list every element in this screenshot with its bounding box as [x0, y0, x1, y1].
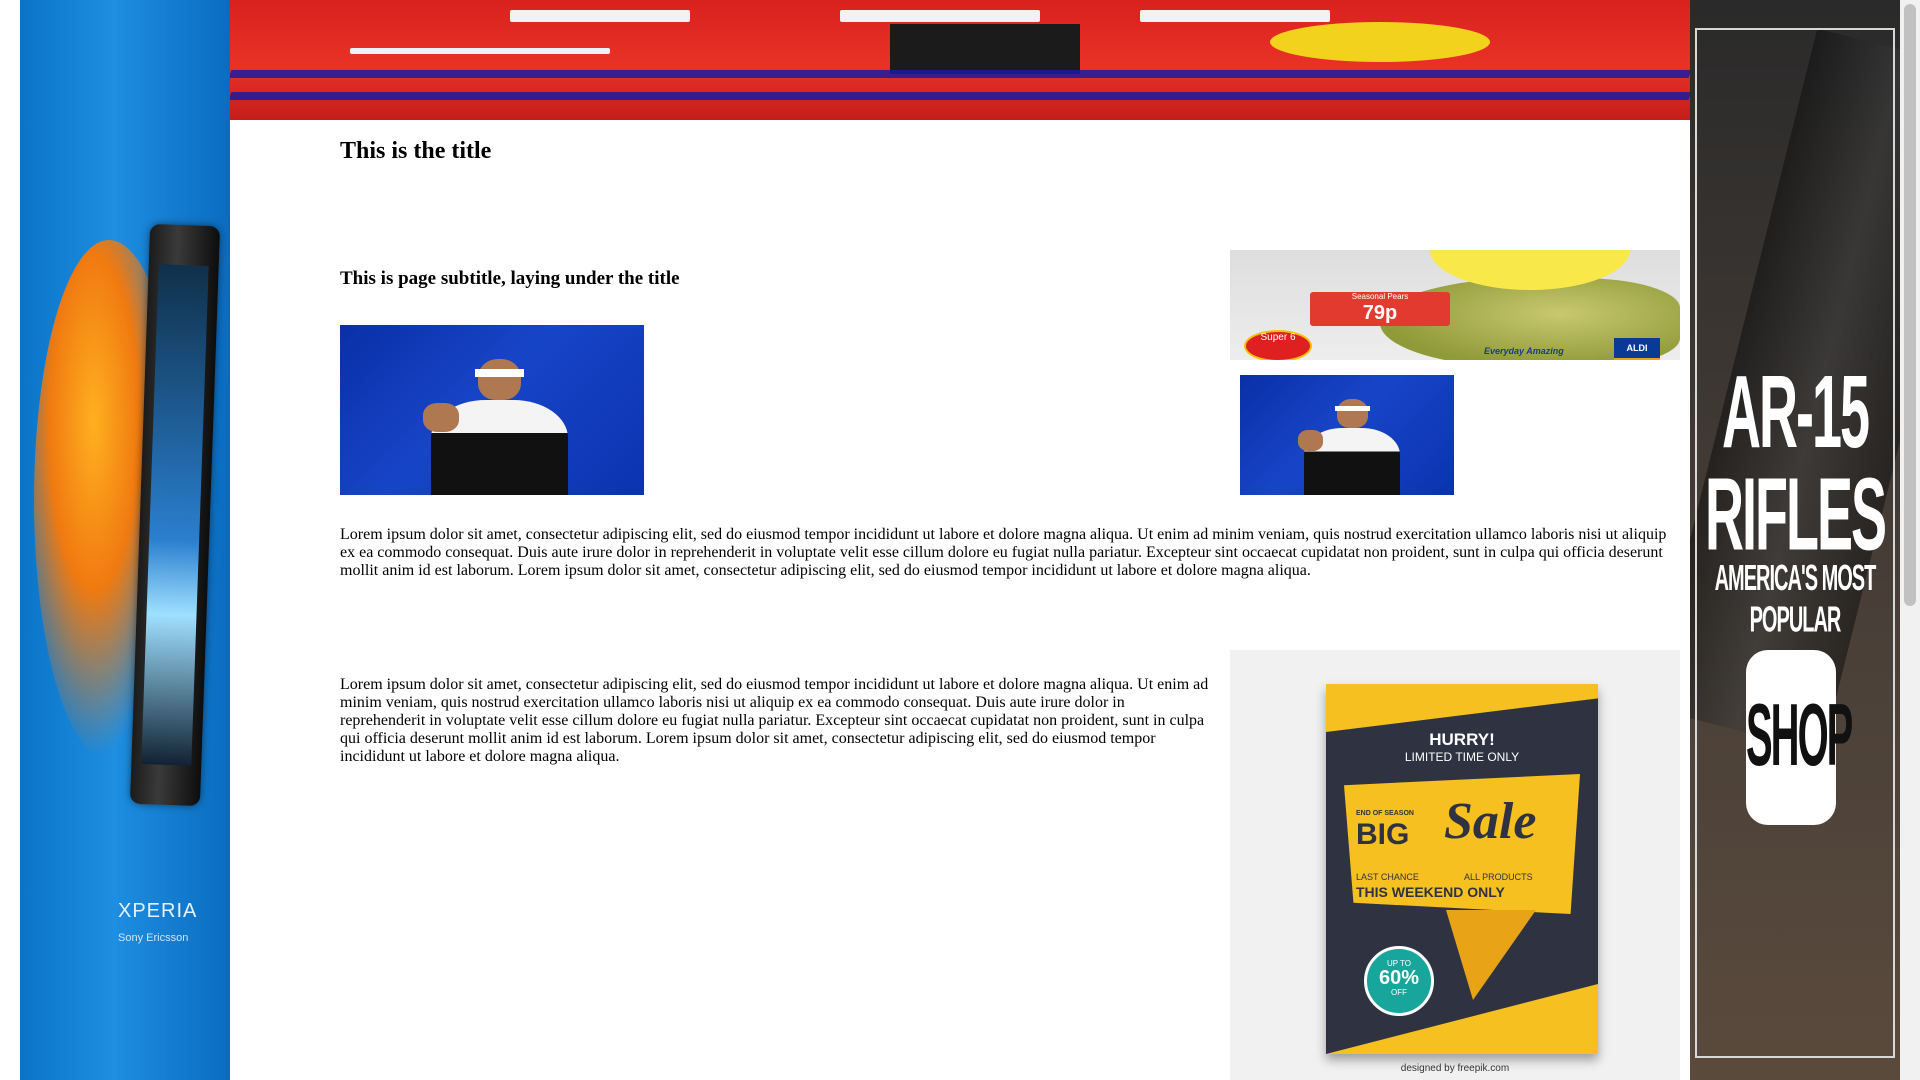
hurry-text: HURRY! — [1429, 730, 1495, 749]
tennis-player-photo-small — [1240, 375, 1454, 495]
banner-stripe — [230, 70, 1690, 78]
page-subtitle: This is page subtitle, laying under the … — [340, 268, 680, 289]
super-six-badge: Super 6 — [1244, 330, 1312, 360]
aldi-ad[interactable]: Seasonal Pears 79p Super 6 Everyday Amaz… — [1230, 250, 1680, 360]
ad-headline: AR-15 RIFLES — [1704, 355, 1887, 573]
banner-shape — [1270, 22, 1490, 62]
banner-shape — [510, 10, 690, 22]
discount-percent: 60% — [1378, 967, 1420, 989]
shop-button[interactable]: SHOP — [1746, 650, 1853, 825]
big-text: BIG — [1356, 818, 1410, 851]
freepik-credit: designed by freepik.com — [1400, 1063, 1510, 1074]
off-text: OFF — [1391, 988, 1407, 997]
ad-brand-label: XPERIA — [118, 900, 198, 922]
banner-stripe — [230, 92, 1690, 100]
sale-poster: HURRY! LIMITED TIME ONLY END OF SEASON B… — [1326, 684, 1598, 1054]
scrollbar-thumb[interactable] — [1904, 4, 1916, 606]
banner-shape — [840, 10, 1040, 22]
ad-tagline: Everyday Amazing — [1484, 346, 1564, 356]
price-value: 79p — [1362, 302, 1398, 324]
last-chance-text: LAST CHANCE — [1356, 872, 1419, 882]
price-label: Seasonal Pears — [1351, 292, 1409, 301]
price-tag: Seasonal Pears 79p — [1310, 292, 1450, 326]
limited-text: LIMITED TIME ONLY — [1404, 750, 1520, 764]
vertical-scrollbar[interactable] — [1900, 0, 1920, 1080]
body-paragraph: Lorem ipsum dolor sit amet, consectetur … — [340, 526, 1667, 579]
tennis-player-photo — [340, 325, 644, 495]
top-banner-ad[interactable] — [230, 0, 1690, 120]
ad-brand-sublabel: Sony Ericsson — [118, 932, 189, 944]
player-figure — [422, 359, 568, 495]
shop-button-label: SHOP — [1746, 688, 1853, 785]
banner-shape — [350, 48, 610, 54]
sale-text: Sale — [1444, 793, 1537, 850]
page-title: This is the title — [340, 138, 492, 164]
ribbon-shape — [1446, 910, 1536, 1000]
end-of-season-text: END OF SEASON — [1356, 810, 1414, 817]
body-paragraph: Lorem ipsum dolor sit amet, consectetur … — [340, 676, 1209, 765]
banner-shape — [1140, 10, 1330, 22]
right-skyscraper-ad[interactable]: AR-15 RIFLES AMERICA'S MOST POPULAR SHOP — [1690, 0, 1900, 1080]
all-products-text: ALL PRODUCTS — [1464, 872, 1533, 882]
player-figure — [1298, 399, 1401, 495]
weekend-text: THIS WEEKEND ONLY — [1356, 884, 1505, 900]
discount-badge: UP TO 60% OFF — [1364, 946, 1434, 1016]
phone-screen — [141, 264, 209, 766]
banner-product-image — [890, 24, 1080, 74]
big-sale-ad[interactable]: HURRY! LIMITED TIME ONLY END OF SEASON B… — [1230, 650, 1680, 1080]
aldi-logo: ALDI — [1614, 338, 1660, 360]
left-skyscraper-ad[interactable]: XPERIA Sony Ericsson — [20, 0, 230, 1080]
